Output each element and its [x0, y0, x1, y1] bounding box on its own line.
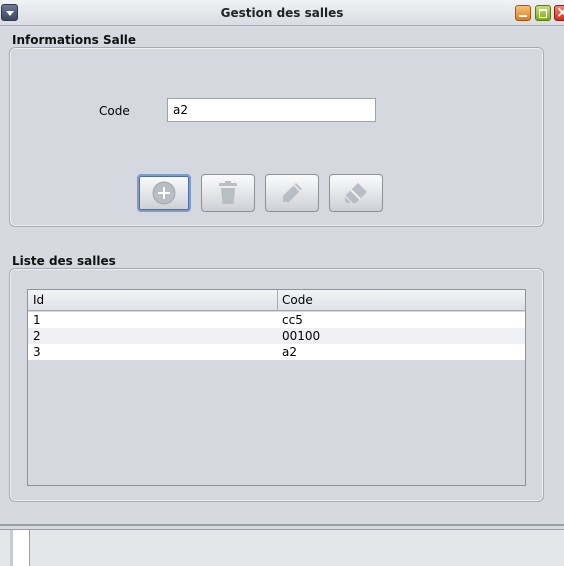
table-row[interactable]: 1 cc5: [28, 312, 525, 328]
close-button[interactable]: [554, 3, 564, 21]
title-bar: Gestion des salles: [0, 0, 564, 26]
cell-id: 2: [33, 329, 41, 343]
column-header-code[interactable]: Code: [282, 293, 313, 307]
maximize-button[interactable]: [535, 5, 551, 21]
code-input[interactable]: [167, 98, 376, 122]
cell-code: 00100: [282, 329, 321, 343]
table-header: Id Code: [28, 290, 525, 311]
clear-button[interactable]: [329, 174, 383, 212]
column-divider: [277, 290, 278, 311]
code-label: Code: [99, 104, 130, 118]
rooms-table[interactable]: Id Code 1 cc5 2 00100 3 a2: [27, 289, 526, 486]
bottom-panel-stub: [10, 530, 30, 566]
column-header-id[interactable]: Id: [33, 293, 44, 307]
delete-button[interactable]: [201, 174, 255, 212]
info-section-title: Informations Salle: [12, 33, 137, 47]
window-title: Gestion des salles: [220, 6, 344, 20]
cell-id: 3: [33, 345, 41, 359]
add-button[interactable]: [137, 174, 191, 212]
cell-code: a2: [282, 345, 297, 359]
cell-code: cc5: [282, 313, 303, 327]
table-row[interactable]: 2 00100: [28, 328, 525, 344]
list-section-title: Liste des salles: [12, 254, 116, 268]
cell-id: 1: [33, 313, 41, 327]
edit-button[interactable]: [265, 174, 319, 212]
table-row[interactable]: 3 a2: [28, 344, 525, 360]
bottom-divider: [0, 524, 564, 526]
bottom-panel: [0, 530, 564, 566]
minimize-button[interactable]: [515, 5, 531, 21]
